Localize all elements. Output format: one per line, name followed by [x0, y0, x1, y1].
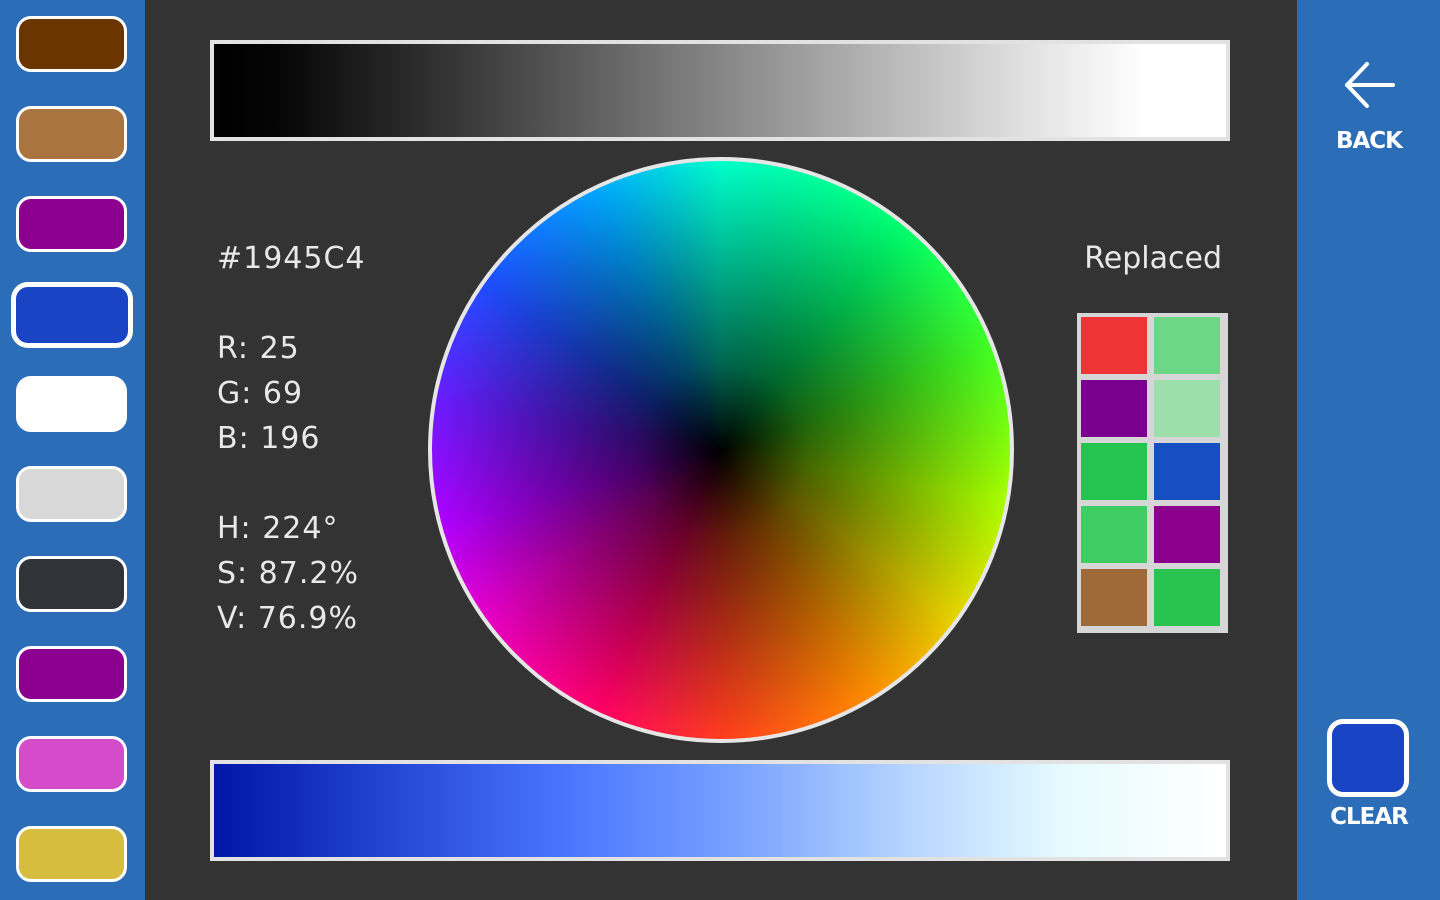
back-label: BACK	[1335, 128, 1403, 154]
green-value: G: 69	[217, 376, 304, 411]
replaced-color-cell[interactable]	[1081, 443, 1147, 500]
replaced-label: Replaced	[1084, 241, 1222, 276]
brightness-value: V: 76.9%	[217, 601, 359, 636]
replaced-color-cell[interactable]	[1154, 569, 1220, 626]
palette-swatch[interactable]	[16, 736, 127, 792]
hex-value: #1945C4	[217, 241, 366, 276]
palette-swatch[interactable]	[16, 106, 127, 162]
palette-swatch[interactable]	[16, 466, 127, 522]
palette-swatch[interactable]	[16, 16, 127, 72]
replaced-color-cell[interactable]	[1154, 317, 1220, 374]
replaced-color-cell[interactable]	[1154, 380, 1220, 437]
replaced-color-cell[interactable]	[1081, 380, 1147, 437]
palette-swatch[interactable]	[16, 826, 127, 882]
replaced-color-cell[interactable]	[1081, 569, 1147, 626]
palette-swatch[interactable]	[11, 282, 133, 348]
color-wheel[interactable]	[428, 157, 1014, 743]
back-arrow-icon	[1345, 62, 1395, 108]
palette-swatch[interactable]	[16, 376, 127, 432]
back-button[interactable]: BACK	[1310, 50, 1428, 168]
red-value: R: 25	[217, 331, 300, 366]
saturation-slider[interactable]	[210, 760, 1230, 861]
hue-value: H: 224°	[217, 511, 339, 546]
saturation-value: S: 87.2%	[217, 556, 359, 591]
palette-swatch[interactable]	[16, 556, 127, 612]
replaced-colors-grid	[1077, 313, 1228, 633]
replaced-color-cell[interactable]	[1081, 506, 1147, 563]
current-color-swatch	[1327, 719, 1409, 797]
palette-swatch[interactable]	[16, 196, 127, 252]
clear-button[interactable]: CLEAR	[1315, 716, 1423, 840]
brightness-slider[interactable]	[210, 40, 1230, 141]
color-picker-screen: #1945C4 R: 25 G: 69 B: 196 H: 224° S: 87…	[0, 0, 1440, 900]
clear-label: CLEAR	[1330, 804, 1409, 830]
replaced-color-cell[interactable]	[1081, 317, 1147, 374]
blue-value: B: 196	[217, 421, 321, 456]
palette-swatch[interactable]	[16, 646, 127, 702]
palette-sidebar	[0, 0, 145, 900]
replaced-color-cell[interactable]	[1154, 506, 1220, 563]
replaced-color-cell[interactable]	[1154, 443, 1220, 500]
